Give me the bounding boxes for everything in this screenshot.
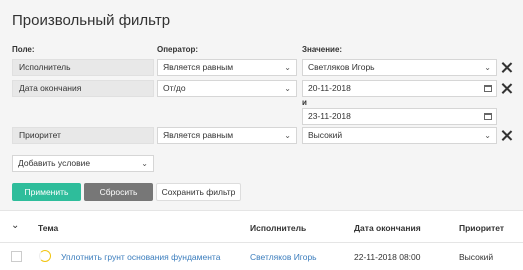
date-from-input[interactable]: 20-11-2018	[302, 80, 497, 97]
task-topic-link[interactable]: Уплотнить грунт основания фундамента	[61, 252, 220, 262]
value-select-value: Высокий	[308, 130, 343, 140]
chevron-down-icon[interactable]: ⌄	[11, 220, 19, 231]
chevron-down-icon: ⌄	[141, 159, 148, 168]
value-select-value: Светляков Игорь	[308, 62, 375, 72]
custom-filter-panel: Произвольный фильтр Поле: Оператор: Знач…	[0, 0, 523, 210]
operator-select-value: Является равным	[163, 130, 234, 140]
page-title: Произвольный фильтр	[12, 12, 171, 29]
chevron-down-icon: ⌄	[284, 84, 291, 93]
tasks-table: ⌄ Тема Исполнитель Дата окончания Приори…	[0, 210, 523, 270]
chevron-down-icon: ⌄	[284, 63, 291, 72]
calendar-icon[interactable]	[484, 85, 492, 92]
column-header-due-date[interactable]: Дата окончания	[354, 223, 421, 233]
row-checkbox[interactable]	[11, 251, 22, 262]
calendar-icon[interactable]	[484, 113, 492, 120]
column-header-assignee[interactable]: Исполнитель	[250, 223, 306, 233]
table-row[interactable]: Уплотнить грунт основания фундамента Све…	[0, 243, 523, 270]
column-header-priority[interactable]: Приоритет	[459, 223, 504, 233]
in-progress-status-icon	[39, 250, 51, 262]
operator-column-label: Оператор:	[157, 45, 199, 54]
date-to-value: 23-11-2018	[308, 111, 351, 121]
operator-select-value: Является равным	[163, 62, 234, 72]
operator-select-value: От/до	[163, 83, 186, 93]
add-condition-select[interactable]: Добавить условие ⌄	[12, 155, 154, 172]
filter-field-assignee: Исполнитель	[12, 59, 154, 76]
filter-field-due-date: Дата окончания	[12, 80, 154, 97]
date-to-input[interactable]: 23-11-2018	[302, 108, 497, 125]
range-and-label: и	[302, 98, 307, 107]
operator-select-due-date[interactable]: От/до ⌄	[157, 80, 297, 97]
date-from-value: 20-11-2018	[308, 83, 351, 93]
chevron-down-icon: ⌄	[484, 63, 491, 72]
chevron-down-icon: ⌄	[484, 131, 491, 140]
add-condition-label: Добавить условие	[18, 158, 91, 168]
filter-field-priority: Приоритет	[12, 127, 154, 144]
remove-condition-icon[interactable]	[501, 62, 512, 73]
task-priority: Высокий	[459, 252, 494, 262]
remove-condition-icon[interactable]	[501, 130, 512, 141]
remove-condition-icon[interactable]	[501, 83, 512, 94]
operator-select-assignee[interactable]: Является равным ⌄	[157, 59, 297, 76]
value-select-priority[interactable]: Высокий ⌄	[302, 127, 497, 144]
task-assignee-link[interactable]: Светляков Игорь	[250, 252, 317, 262]
column-header-topic[interactable]: Тема	[38, 223, 58, 233]
chevron-down-icon: ⌄	[284, 131, 291, 140]
apply-button[interactable]: Применить	[12, 183, 81, 201]
value-column-label: Значение:	[302, 45, 343, 54]
value-select-assignee[interactable]: Светляков Игорь ⌄	[302, 59, 497, 76]
table-header: ⌄ Тема Исполнитель Дата окончания Приори…	[0, 211, 523, 243]
field-column-label: Поле:	[12, 45, 35, 54]
task-due-date: 22-11-2018 08:00	[354, 252, 421, 262]
save-filter-button[interactable]: Сохранить фильтр	[156, 183, 241, 201]
operator-select-priority[interactable]: Является равным ⌄	[157, 127, 297, 144]
reset-button[interactable]: Сбросить	[84, 183, 153, 201]
